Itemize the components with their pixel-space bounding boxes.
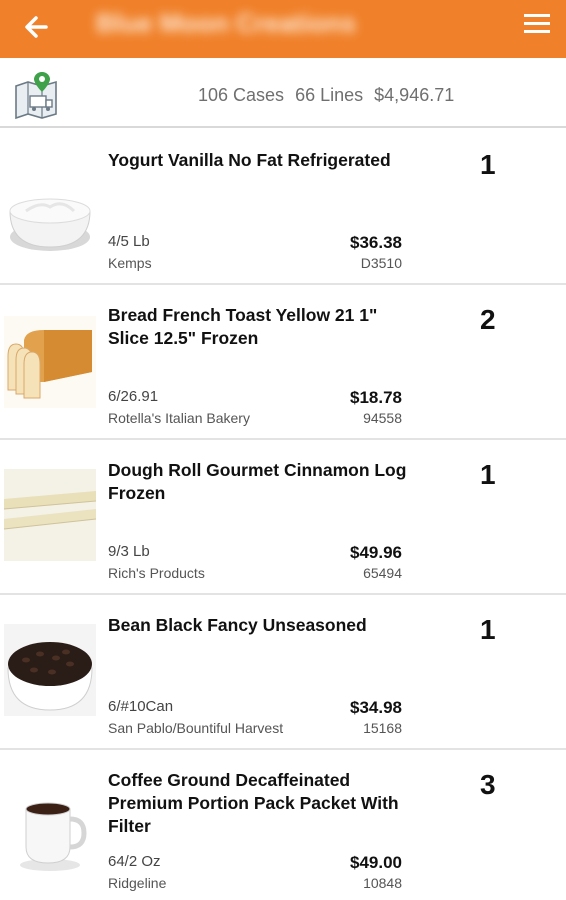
list-item[interactable]: Coffee Ground Decaffeinated Premium Port… bbox=[0, 751, 566, 900]
product-name: Yogurt Vanilla No Fat Refrigerated bbox=[108, 150, 391, 170]
product-brand: Rotella's Italian Bakery bbox=[108, 410, 250, 426]
yogurt-bowl-image bbox=[4, 171, 96, 263]
product-brand: Ridgeline bbox=[108, 875, 167, 891]
product-name: Dough Roll Gourmet Cinnamon Log Frozen bbox=[108, 460, 407, 503]
back-arrow-icon bbox=[25, 16, 48, 38]
cases-count: 106 Cases bbox=[198, 85, 285, 105]
quantity[interactable]: 1 bbox=[480, 459, 496, 491]
product-pack-size: 6/#10Can bbox=[108, 698, 174, 715]
coffee-cup-image bbox=[4, 785, 96, 877]
quantity[interactable]: 2 bbox=[480, 304, 496, 336]
sliced-bread-image bbox=[4, 316, 96, 408]
quantity[interactable]: 1 bbox=[480, 149, 496, 181]
page-title: Blue Moon Creations bbox=[96, 8, 357, 38]
order-totals: 106 Cases 66 Lines $4,946.71 bbox=[198, 85, 460, 106]
product-pack-size: 64/2 Oz bbox=[108, 853, 161, 870]
quantity[interactable]: 1 bbox=[480, 614, 496, 646]
product-code: D3510 bbox=[360, 255, 402, 271]
product-price: $36.38 bbox=[350, 233, 402, 252]
order-total: $4,946.71 bbox=[374, 85, 455, 105]
product-brand: Rich's Products bbox=[108, 565, 205, 581]
product-code: 65494 bbox=[363, 565, 402, 581]
lines-count: 66 Lines bbox=[295, 85, 364, 105]
hamburger-menu-icon bbox=[524, 14, 550, 33]
product-name: Bean Black Fancy Unseasoned bbox=[108, 615, 367, 635]
product-pack-size: 9/3 Lb bbox=[108, 543, 150, 560]
list-item[interactable]: Yogurt Vanilla No Fat Refrigerated 4/5 L… bbox=[0, 131, 566, 285]
product-name: Bread French Toast Yellow 21 1" Slice 12… bbox=[108, 305, 378, 348]
product-price: $18.78 bbox=[350, 388, 402, 407]
product-code: 94558 bbox=[363, 410, 402, 426]
black-beans-bowl-image bbox=[4, 624, 96, 716]
dough-logs-image bbox=[3, 469, 97, 561]
map-route-icon[interactable] bbox=[12, 70, 62, 120]
product-pack-size: 6/26.91 bbox=[108, 388, 159, 405]
list-item[interactable]: Bean Black Fancy Unseasoned 6/#10Can San… bbox=[0, 596, 566, 750]
product-brand: Kemps bbox=[108, 255, 152, 271]
quantity[interactable]: 3 bbox=[480, 769, 496, 801]
product-code: 15168 bbox=[363, 720, 402, 736]
order-summary-bar: 106 Cases 66 Lines $4,946.71 bbox=[0, 58, 566, 128]
product-name: Coffee Ground Decaffeinated Premium Port… bbox=[108, 770, 399, 836]
list-item[interactable]: Bread French Toast Yellow 21 1" Slice 12… bbox=[0, 286, 566, 440]
product-price: $49.00 bbox=[350, 853, 402, 872]
product-brand: San Pablo/Bountiful Harvest bbox=[108, 720, 284, 736]
menu-button[interactable] bbox=[522, 10, 552, 40]
product-code: 10848 bbox=[363, 875, 402, 891]
product-price: $34.98 bbox=[350, 698, 402, 717]
product-pack-size: 4/5 Lb bbox=[108, 233, 150, 250]
list-item[interactable]: Dough Roll Gourmet Cinnamon Log Frozen 9… bbox=[0, 441, 566, 595]
product-price: $49.96 bbox=[350, 543, 402, 562]
back-button[interactable] bbox=[18, 8, 58, 48]
app-bar: Blue Moon Creations bbox=[0, 0, 566, 58]
